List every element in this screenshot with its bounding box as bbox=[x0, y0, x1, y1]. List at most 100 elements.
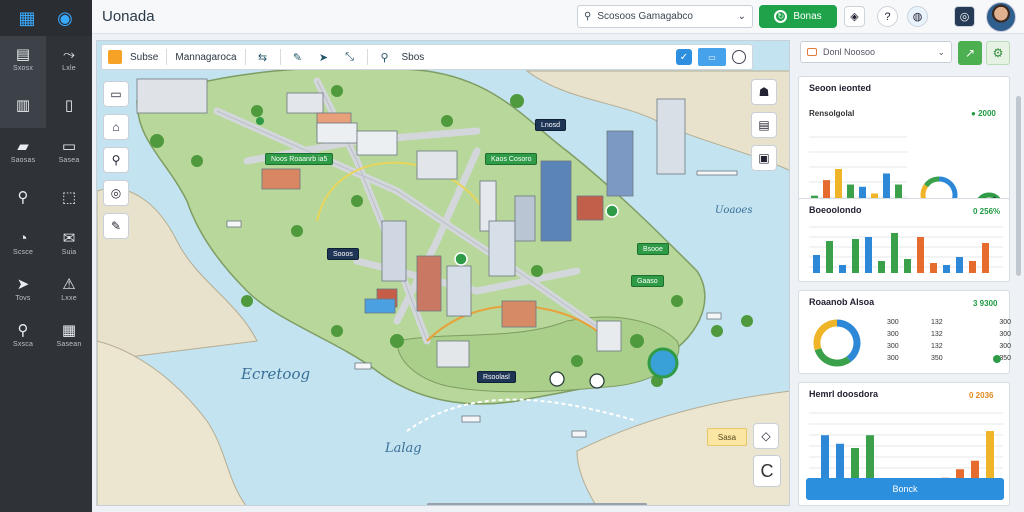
bar-chart[interactable] bbox=[799, 199, 1011, 283]
rail-item[interactable]: ▭ Sasea bbox=[46, 128, 92, 174]
calendar-icon[interactable]: ▤ bbox=[751, 112, 777, 138]
draw-icon[interactable]: ✎ bbox=[103, 213, 129, 239]
vertical-scrollbar[interactable] bbox=[1016, 96, 1021, 276]
home-icon[interactable]: ⌂ bbox=[103, 114, 129, 140]
rail-item[interactable]: ⤳ Lxle bbox=[46, 36, 92, 82]
chart-icon[interactable]: ↗ bbox=[958, 41, 982, 65]
chart-bar bbox=[917, 237, 924, 273]
right-panel: Donl Noosoo ⌄ ↗ ⚙ Seoon ieonted Rensolgo… bbox=[796, 36, 1024, 512]
stats-card-2: Boeoolondo 0 256% bbox=[798, 198, 1010, 282]
search-icon: ⚲ bbox=[17, 321, 29, 339]
search-value: Scosoos Gamagabco bbox=[597, 11, 693, 22]
edit-icon[interactable]: ✎ bbox=[289, 48, 307, 66]
search-icon[interactable]: ⚲ bbox=[376, 48, 394, 66]
layer-badge-icon[interactable] bbox=[108, 50, 122, 64]
map-pin-label[interactable]: Rsoolasl bbox=[477, 371, 516, 383]
checkbox-icon[interactable]: ✓ bbox=[676, 49, 692, 65]
layer-label[interactable]: Subse bbox=[130, 52, 158, 63]
field-label[interactable]: Mannagaroca bbox=[175, 52, 236, 63]
gauge-icon: ◔ bbox=[18, 229, 28, 247]
rail-item-label: Sasea bbox=[58, 156, 80, 164]
confirm-button[interactable]: Bonck bbox=[806, 478, 1004, 500]
rail-item[interactable]: ⬚ bbox=[46, 174, 92, 220]
rail-item[interactable]: ⚲ bbox=[0, 174, 46, 220]
map-panel[interactable]: Subse Mannagaroca ⇆ ✎ ➤ ⤡ ⚲ Sbos ✓ ▭ ▭ ⌂… bbox=[96, 40, 790, 506]
monitor-icon: ▭ bbox=[61, 137, 77, 155]
grid-icon: ▦ bbox=[61, 321, 77, 339]
refresh-map-button[interactable]: C bbox=[753, 455, 781, 487]
rail-item-label: Tovs bbox=[15, 294, 31, 302]
forward-icon[interactable]: ➤ bbox=[315, 48, 333, 66]
search-input[interactable]: ⚲ Scosoos Gamagabco ⌄ bbox=[577, 5, 753, 28]
table-cell: 300 bbox=[999, 331, 1011, 338]
divider bbox=[279, 49, 281, 65]
rail-item[interactable]: ▥ bbox=[0, 82, 46, 128]
radio-icon[interactable] bbox=[732, 50, 746, 64]
rail-item[interactable]: ➤ Tovs bbox=[0, 266, 46, 312]
avatar[interactable] bbox=[986, 2, 1016, 32]
map-pin-label[interactable]: Bsooe bbox=[637, 243, 669, 255]
filter-value: Donl Noosoo bbox=[823, 47, 876, 57]
chart-bar bbox=[891, 233, 898, 273]
rail-item[interactable]: ▤ Sxosx bbox=[0, 36, 46, 82]
help-icon[interactable]: ? bbox=[877, 6, 898, 27]
map-pin-label[interactable]: Noos Roaanrb ia5 bbox=[265, 153, 334, 165]
settings-icon[interactable]: ⚙ bbox=[986, 41, 1010, 65]
stats-card-3: Roaanob Alsoa 3 9300 300 132 300 300 132 300 3… bbox=[798, 290, 1011, 374]
image-icon[interactable]: ▣ bbox=[751, 145, 777, 171]
rail-item[interactable]: ▯ bbox=[46, 82, 92, 128]
chart-bar bbox=[852, 239, 859, 273]
chevron-down-icon[interactable]: ⌄ bbox=[738, 11, 746, 22]
map-pin-label[interactable]: Gaaso bbox=[631, 275, 664, 287]
map-pin-label[interactable]: Sooos bbox=[327, 248, 359, 260]
rail-item[interactable]: ◔ Scsce bbox=[0, 220, 46, 266]
rail-item-label: Suia bbox=[61, 248, 77, 256]
rail-item[interactable]: ▦ Sasean bbox=[46, 312, 92, 358]
globe-icon[interactable]: ◍ bbox=[907, 6, 928, 27]
rail-item[interactable]: ▰ Saosas bbox=[0, 128, 46, 174]
layers-icon: ▤ bbox=[15, 45, 31, 63]
water-label: Ecretoog bbox=[241, 365, 311, 383]
map-pin-label[interactable]: Kaos Cosoro bbox=[485, 153, 538, 165]
comment-icon[interactable]: ▭ bbox=[103, 81, 129, 107]
horizontal-scrollbar[interactable] bbox=[427, 503, 647, 505]
chevron-down-icon[interactable]: ⌄ bbox=[937, 47, 945, 58]
table-cell: 300 bbox=[887, 355, 899, 362]
filter-select[interactable]: Donl Noosoo ⌄ bbox=[800, 41, 952, 63]
rail-item[interactable]: ✉ Suia bbox=[46, 220, 92, 266]
search-icon: ⚲ bbox=[584, 11, 592, 22]
top-bar: Uonada ⚲ Scosoos Gamagabco ⌄ ↻ Bonas ◈ ?… bbox=[92, 0, 1024, 34]
shield-icon[interactable]: ◈ bbox=[844, 6, 865, 27]
map-note[interactable]: Sasa bbox=[707, 428, 747, 446]
compass-icon[interactable]: ◎ bbox=[103, 180, 129, 206]
camera-icon[interactable]: ◎ bbox=[954, 6, 975, 27]
map-pin-label[interactable]: Lnosd bbox=[535, 119, 567, 131]
rail-item-label: Lxle bbox=[62, 64, 76, 72]
table-cell: 350 bbox=[931, 355, 943, 362]
map-tools-right: ☗ ▤ ▣ bbox=[751, 79, 777, 171]
data-table: 300 132 300 300 132 300 300 132 300 300 350 350 bbox=[887, 319, 1011, 362]
divider bbox=[244, 49, 246, 65]
zoom-icon[interactable]: ⚲ bbox=[103, 147, 129, 173]
play-circle-icon[interactable]: ◉ bbox=[54, 7, 76, 29]
route-icon[interactable]: ⇆ bbox=[254, 48, 272, 66]
measure-icon[interactable]: ⤡ bbox=[341, 48, 359, 66]
rail-item-label: Sxsca bbox=[12, 340, 34, 348]
rail-item-label: Sxosx bbox=[12, 64, 34, 72]
layers-icon[interactable]: ◇ bbox=[753, 423, 779, 449]
toggle-button[interactable]: ▭ bbox=[698, 48, 726, 66]
map-search-label[interactable]: Sbos bbox=[402, 52, 425, 63]
table-cell: 300 bbox=[887, 343, 899, 350]
status-dot-icon bbox=[993, 355, 1001, 363]
navigate-icon: ➤ bbox=[16, 275, 30, 293]
map-canvas[interactable] bbox=[97, 41, 790, 506]
table-cell: 132 bbox=[931, 343, 943, 350]
chart-bar bbox=[969, 261, 976, 273]
primary-action-button[interactable]: ↻ Bonas bbox=[759, 5, 837, 28]
rail-item[interactable]: ⚲ Sxsca bbox=[0, 312, 46, 358]
divider bbox=[366, 49, 368, 65]
menu-grid-icon[interactable]: ▦ bbox=[16, 7, 38, 29]
rail-item[interactable]: ⚠ Lxxe bbox=[46, 266, 92, 312]
chart-bar bbox=[956, 257, 963, 273]
basemap-icon[interactable]: ☗ bbox=[751, 79, 777, 105]
